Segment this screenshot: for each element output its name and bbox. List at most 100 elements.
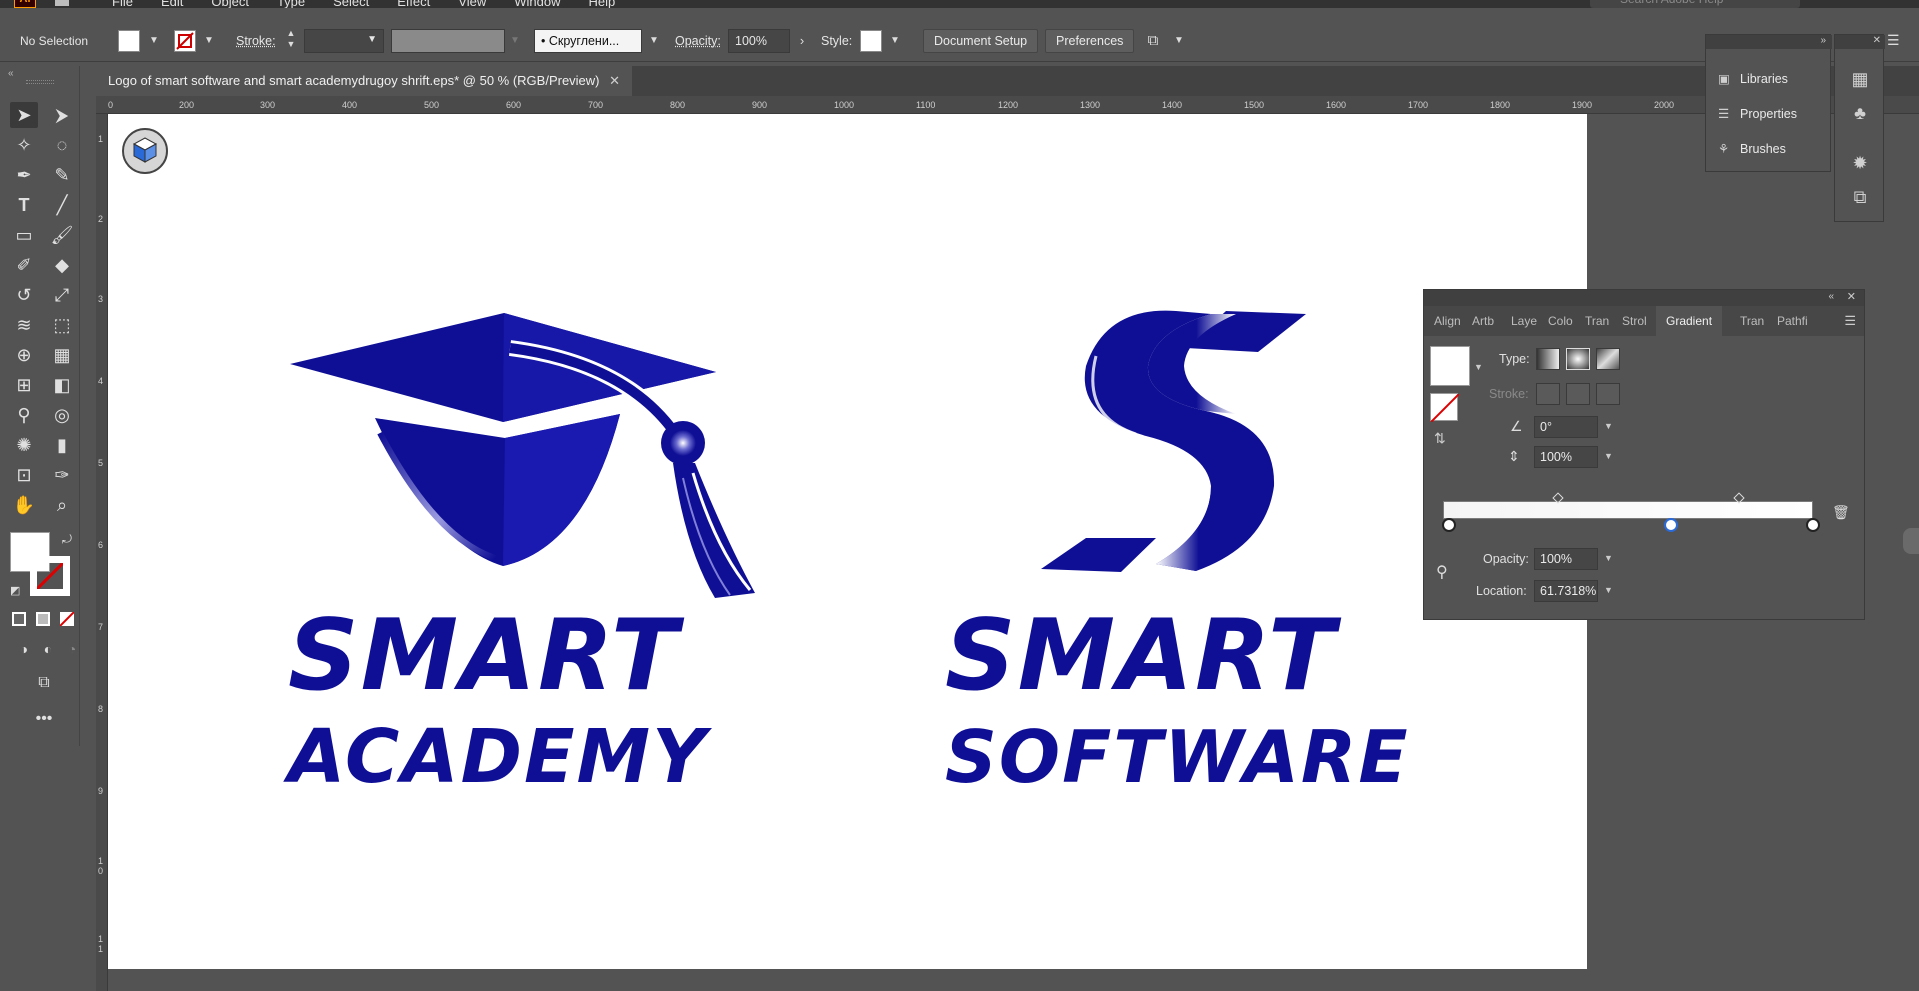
- chevron-down-icon[interactable]: ▼: [645, 30, 663, 52]
- gradient-stop-selected[interactable]: [1664, 518, 1678, 532]
- tab-artboards[interactable]: Artb: [1472, 314, 1494, 328]
- menu-file[interactable]: File: [112, 0, 133, 8]
- swap-colors-icon[interactable]: ⤾: [62, 532, 72, 547]
- vertical-ruler[interactable]: 1 2 3 4 5 6 7 8 9 1 0 1 1: [96, 114, 108, 991]
- collapse-icon[interactable]: «: [8, 68, 14, 79]
- line-tool-icon[interactable]: ╱: [48, 192, 76, 218]
- shape-builder-tool-icon[interactable]: ⊕: [10, 342, 38, 368]
- menu-type[interactable]: Type: [277, 0, 305, 8]
- chevron-right-icon[interactable]: ›: [793, 30, 811, 52]
- type-tool-icon[interactable]: T: [10, 192, 38, 218]
- default-colors-icon[interactable]: ◩: [10, 584, 20, 597]
- screen-mode-icon[interactable]: ⧉: [30, 670, 58, 696]
- symbols-icon[interactable]: ♣: [1848, 103, 1872, 127]
- free-transform-tool-icon[interactable]: ⬚: [48, 312, 76, 338]
- pen-tool-icon[interactable]: ✒: [10, 162, 38, 188]
- home-icon[interactable]: [52, 0, 72, 6]
- column-graph-tool-icon[interactable]: ▮: [48, 432, 76, 458]
- chevron-down-icon[interactable]: ▼: [145, 30, 163, 52]
- graduation-cap-illustration[interactable]: [285, 308, 765, 603]
- stroke-within-button[interactable]: [1536, 383, 1560, 405]
- menu-select[interactable]: Select: [333, 0, 369, 8]
- rotate-tool-icon[interactable]: ↺: [10, 282, 38, 308]
- eraser-tool-icon[interactable]: ◆: [48, 252, 76, 278]
- menu-effect[interactable]: Effect: [397, 0, 430, 8]
- stop-location-field[interactable]: 61.7318%: [1534, 580, 1598, 602]
- symbol-sprayer-tool-icon[interactable]: ✺: [10, 432, 38, 458]
- chevron-down-icon[interactable]: ▼: [1604, 585, 1613, 595]
- stroke-across-button[interactable]: [1596, 383, 1620, 405]
- chevron-down-icon[interactable]: ▼: [1604, 451, 1613, 461]
- stroke-swatch[interactable]: [174, 30, 196, 52]
- expand-icon[interactable]: »: [1820, 35, 1826, 46]
- horizontal-ruler[interactable]: 0 200 300 400 500 600 700 800 900 1000 1…: [96, 96, 1919, 114]
- hand-tool-icon[interactable]: ✋: [10, 492, 38, 518]
- menu-edit[interactable]: Edit: [161, 0, 183, 8]
- style-swatch[interactable]: [860, 30, 882, 52]
- chevron-down-icon[interactable]: ▼: [1170, 30, 1188, 52]
- right-logo-software[interactable]: SOFTWARE: [945, 720, 1410, 794]
- magic-wand-tool-icon[interactable]: ✧: [10, 132, 38, 158]
- scale-tool-icon[interactable]: ⤢: [48, 282, 76, 308]
- panel-header[interactable]: « ✕: [1424, 290, 1864, 306]
- gradient-slider[interactable]: [1443, 501, 1813, 519]
- variable-width-field[interactable]: [391, 29, 505, 53]
- delete-stop-icon[interactable]: 🗑: [1832, 504, 1850, 521]
- stop-opacity-field[interactable]: 100%: [1534, 548, 1598, 570]
- left-logo-academy[interactable]: ACADEMY: [288, 720, 708, 794]
- gradient-mode-icon[interactable]: [36, 612, 50, 626]
- search-input[interactable]: Search Adobe Help: [1590, 0, 1800, 8]
- menu-help[interactable]: Help: [588, 0, 615, 8]
- chevron-down-icon[interactable]: ▼: [200, 30, 218, 52]
- stroke-along-button[interactable]: [1566, 383, 1590, 405]
- menu-object[interactable]: Object: [211, 0, 249, 8]
- gradient-tool-icon[interactable]: ◧: [48, 372, 76, 398]
- more-tools-icon[interactable]: •••: [30, 706, 58, 732]
- tab-gradient[interactable]: Gradient: [1656, 306, 1723, 336]
- collapse-icon[interactable]: «: [1828, 291, 1834, 302]
- appearance-icon[interactable]: ✹: [1848, 153, 1872, 177]
- chevron-down-icon[interactable]: ▼: [1604, 421, 1613, 431]
- chevron-down-icon[interactable]: ▼: [1474, 362, 1483, 372]
- s-letter-illustration[interactable]: [1036, 306, 1311, 581]
- fill-swatch[interactable]: [118, 30, 140, 52]
- selection-tool-icon[interactable]: ➤: [10, 102, 38, 128]
- eyedropper-icon[interactable]: ⚲: [1436, 562, 1448, 582]
- toolbar-grip[interactable]: [26, 80, 54, 84]
- preferences-button[interactable]: Preferences: [1045, 29, 1135, 53]
- draw-inside-icon[interactable]: ◔: [58, 636, 86, 662]
- gradient-fill-swatch[interactable]: [1430, 346, 1470, 386]
- color-mode-icon[interactable]: [12, 612, 26, 626]
- stroke-weight-field[interactable]: ▼: [304, 29, 384, 53]
- slice-tool-icon[interactable]: ✑: [48, 462, 76, 488]
- stepper-icon[interactable]: ▲ ▼: [282, 28, 300, 50]
- angle-field[interactable]: 0°: [1534, 416, 1598, 438]
- freeform-gradient-button[interactable]: [1596, 348, 1620, 370]
- direct-selection-tool-icon[interactable]: ⮞: [48, 102, 76, 128]
- right-logo-smart[interactable]: SMART: [945, 607, 1337, 705]
- opacity-label[interactable]: Opacity:: [675, 34, 721, 48]
- tab-stroke[interactable]: Strol: [1622, 314, 1647, 328]
- gradient-stop[interactable]: [1442, 518, 1456, 532]
- eyedropper-tool-icon[interactable]: ⚲: [10, 402, 38, 428]
- close-icon[interactable]: ✕: [1873, 35, 1881, 46]
- warp-tool-icon[interactable]: ≋: [10, 312, 38, 338]
- menu-window[interactable]: Window: [514, 0, 560, 8]
- panel-link-brushes[interactable]: ⚘ Brushes: [1718, 141, 1786, 156]
- radial-gradient-button[interactable]: [1566, 348, 1590, 370]
- rectangle-tool-icon[interactable]: ▭: [10, 222, 38, 248]
- stroke-label[interactable]: Stroke:: [236, 34, 276, 48]
- tab-layers[interactable]: Laye: [1511, 314, 1537, 328]
- brush-definition-field[interactable]: • Скруглени...: [534, 29, 642, 53]
- arrange-icon[interactable]: ⧉: [1144, 30, 1162, 52]
- lasso-tool-icon[interactable]: ◌: [48, 132, 76, 158]
- chevron-down-icon[interactable]: ▼: [886, 30, 904, 52]
- zoom-tool-icon[interactable]: ⌕: [48, 492, 76, 518]
- left-logo-smart[interactable]: SMART: [288, 607, 680, 705]
- panel-header[interactable]: »: [1706, 35, 1832, 49]
- panel-header[interactable]: ✕: [1835, 35, 1885, 49]
- tab-align[interactable]: Align: [1434, 314, 1461, 328]
- shaper-tool-icon[interactable]: ✐: [10, 252, 38, 278]
- gradient-stop[interactable]: [1806, 518, 1820, 532]
- tab-transform[interactable]: Tran: [1585, 314, 1609, 328]
